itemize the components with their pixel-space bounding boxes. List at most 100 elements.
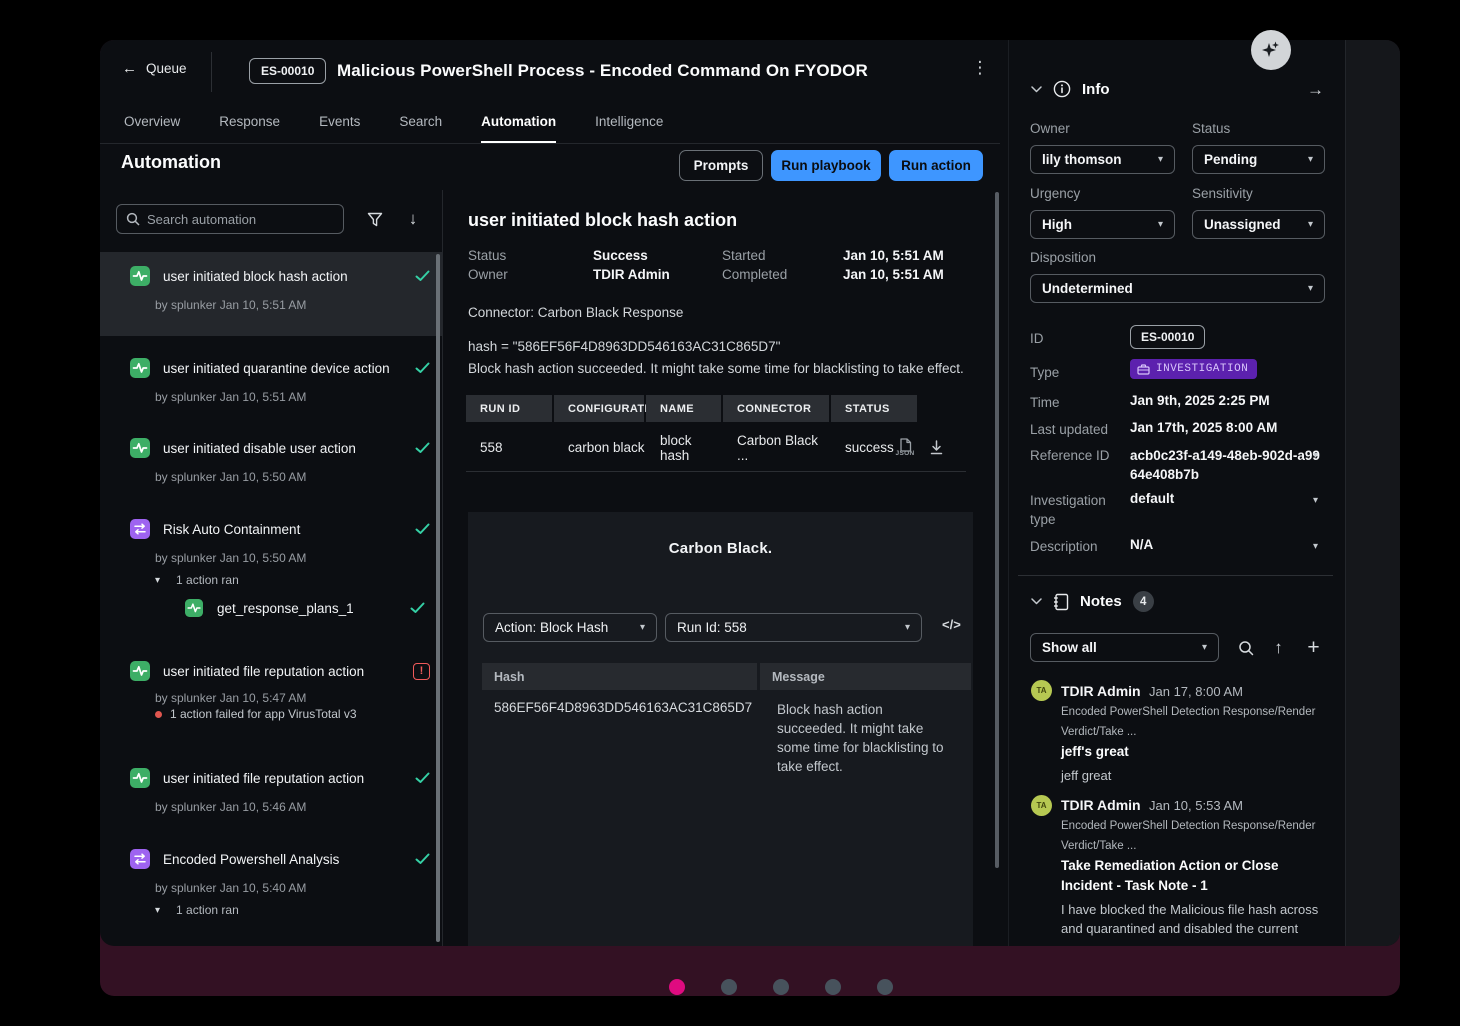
note-author: TDIR Admin (1061, 683, 1141, 699)
notes-heading: Notes (1080, 593, 1122, 610)
widget-brand: Carbon Black. (468, 540, 973, 557)
collapse-panel-arrow-icon[interactable]: → (1307, 80, 1324, 100)
note-author: TDIR Admin (1061, 797, 1141, 813)
completed-label: Completed (722, 267, 787, 282)
chevron-down-icon (1031, 86, 1042, 93)
code-view-icon[interactable]: </> (942, 617, 961, 632)
caret-down-icon: ▾ (1202, 642, 1207, 653)
item-meta: by splunker Jan 10, 5:51 AM (155, 390, 306, 404)
item-meta: by splunker Jan 10, 5:47 AM (155, 691, 306, 705)
back-arrow-icon: ← (122, 60, 137, 77)
carousel-dots (0, 979, 1460, 995)
caret-down-icon: ▾ (155, 575, 160, 586)
item-meta: by splunker Jan 10, 5:40 AM (155, 881, 306, 895)
run-action-button[interactable]: Run action (889, 150, 983, 181)
ai-assistant-button[interactable] (1251, 30, 1291, 70)
back-to-queue-button[interactable]: ← Queue (122, 60, 187, 77)
owner-value: lily thomson (1042, 152, 1122, 167)
status-value: Success (593, 248, 648, 263)
note-time: Jan 10, 5:53 AM (1149, 798, 1243, 813)
info-icon (1053, 80, 1071, 98)
tab-search[interactable]: Search (399, 104, 442, 143)
sidebar-scrollbar[interactable] (436, 254, 440, 942)
run-id-select[interactable]: Run Id: 558 ▾ (665, 613, 922, 642)
automation-list: user initiated block hash action by splu… (100, 252, 443, 946)
json-file-icon[interactable]: JSON (891, 438, 919, 457)
action-select-value: Action: Block Hash (495, 620, 608, 635)
results-table-header: RUN ID CONFIGURATION NAME CONNECTOR STAT… (466, 395, 917, 422)
success-check-icon (415, 853, 430, 865)
item-title: user initiated file reputation action (163, 771, 402, 786)
download-result-icon[interactable] (929, 440, 944, 456)
header-divider (211, 52, 212, 92)
sort-notes-icon[interactable]: ↑ (1264, 633, 1293, 662)
main-scrollbar[interactable] (995, 192, 999, 868)
carousel-dot-1[interactable] (669, 979, 685, 995)
tab-intelligence[interactable]: Intelligence (595, 104, 663, 143)
cell-name: block hash (646, 433, 723, 463)
caret-down-icon: ▾ (1158, 154, 1163, 165)
notes-section-header[interactable]: Notes 4 (1031, 591, 1154, 612)
tab-events[interactable]: Events (319, 104, 360, 143)
disposition-select[interactable]: Undetermined ▾ (1030, 274, 1325, 303)
tab-response[interactable]: Response (219, 104, 280, 143)
search-notes-icon[interactable] (1231, 633, 1260, 662)
caret-down-icon: ▾ (640, 622, 645, 633)
carousel-dot-2[interactable] (721, 979, 737, 995)
item-title: Encoded Powershell Analysis (163, 852, 402, 867)
success-check-icon (415, 270, 430, 282)
owner-select[interactable]: lily thomson ▾ (1030, 145, 1175, 174)
note-time: Jan 17, 8:00 AM (1149, 684, 1243, 699)
search-automation-box[interactable] (116, 204, 344, 234)
search-automation-input[interactable] (147, 212, 327, 227)
notes-filter-select[interactable]: Show all ▾ (1030, 633, 1219, 662)
item-title: user initiated disable user action (163, 441, 402, 456)
prompts-button[interactable]: Prompts (679, 150, 763, 181)
actions-expander[interactable]: ▾ 1 action ran (155, 903, 239, 917)
type-value: INVESTIGATION (1156, 363, 1248, 375)
kebab-menu-icon[interactable]: ⋮ (970, 58, 990, 78)
urgency-select[interactable]: High ▾ (1030, 210, 1175, 239)
results-table-row[interactable]: 558 carbon black block hash Carbon Black… (466, 424, 966, 472)
add-note-icon[interactable]: + (1299, 633, 1328, 662)
sub-item-get-response-plans[interactable]: get_response_plans_1 (185, 599, 425, 617)
item-meta: by splunker Jan 10, 5:50 AM (155, 470, 306, 484)
info-panel: Info → Owner Status lily thomson ▾ Pendi… (1010, 40, 1345, 946)
last-updated-value: Jan 17th, 2025 8:00 AM (1130, 420, 1277, 435)
download-list-icon[interactable]: ↓ (402, 208, 424, 230)
info-section-header[interactable]: Info (1031, 80, 1110, 98)
result-line: Block hash action succeeded. It might ta… (468, 361, 964, 376)
action-select[interactable]: Action: Block Hash ▾ (483, 613, 657, 642)
notes-divider (1018, 575, 1333, 576)
tab-overview[interactable]: Overview (124, 104, 180, 143)
list-item-block-hash[interactable]: user initiated block hash action by splu… (100, 252, 443, 336)
col-name: NAME (646, 395, 721, 422)
filter-icon[interactable] (364, 208, 386, 230)
caret-down-icon[interactable]: ▾ (1313, 495, 1318, 506)
col-configuration: CONFIGURATION (554, 395, 644, 422)
success-check-icon (415, 442, 430, 454)
status-select[interactable]: Pending ▾ (1192, 145, 1325, 174)
item-title: user initiated block hash action (163, 269, 402, 284)
action-icon (130, 661, 150, 681)
page-title: Automation (121, 152, 221, 173)
hash-header: Hash (482, 663, 757, 690)
carousel-dot-5[interactable] (877, 979, 893, 995)
actions-expander[interactable]: ▾ 1 action ran (155, 573, 239, 587)
right-rail (1345, 40, 1400, 946)
tab-automation[interactable]: Automation (481, 104, 556, 143)
expander-label: 1 action ran (176, 903, 239, 917)
note-title: jeff's great (1061, 742, 1333, 762)
carousel-dot-4[interactable] (825, 979, 841, 995)
success-check-icon (415, 362, 430, 374)
owner-label: Owner (1030, 121, 1070, 136)
caret-down-icon[interactable]: ▾ (1313, 450, 1318, 461)
sensitivity-select[interactable]: Unassigned ▾ (1192, 210, 1325, 239)
error-dot-icon (155, 711, 162, 718)
cell-connector: Carbon Black ... (723, 433, 831, 463)
run-playbook-button[interactable]: Run playbook (771, 150, 881, 181)
carousel-dot-3[interactable] (773, 979, 789, 995)
action-failed-line: 1 action failed for app VirusTotal v3 (155, 707, 357, 721)
caret-down-icon[interactable]: ▾ (1313, 541, 1318, 552)
id-label: ID (1030, 329, 1126, 348)
